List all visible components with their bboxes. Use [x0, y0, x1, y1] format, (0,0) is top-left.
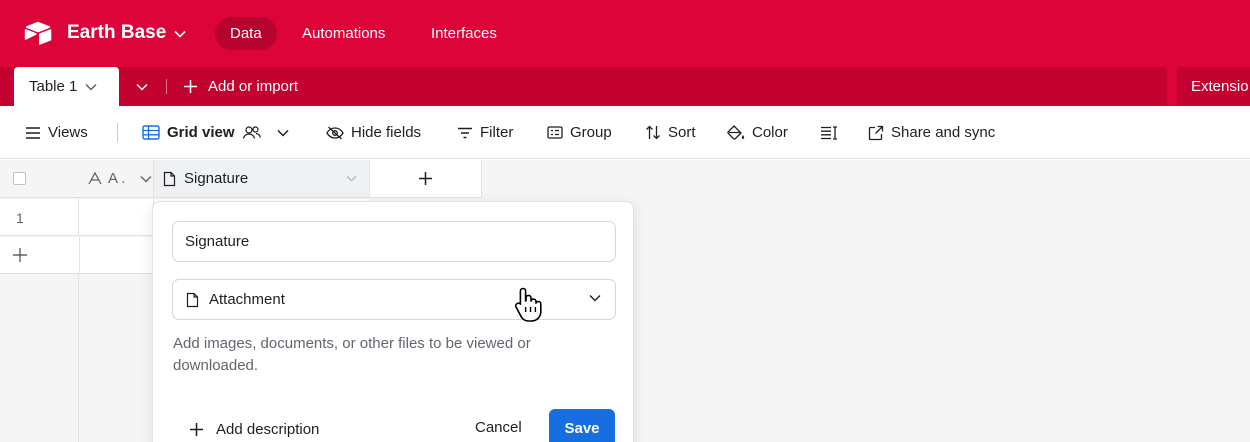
base-name-label: Earth Base	[67, 22, 167, 43]
menu-icon	[26, 126, 40, 139]
column-divider	[79, 237, 80, 274]
text-icon	[88, 172, 102, 185]
select-all-checkbox[interactable]	[13, 172, 26, 185]
share-and-sync-button[interactable]: Share and sync	[868, 106, 995, 159]
chevron-down-icon[interactable]	[346, 175, 357, 182]
chevron-down-icon	[136, 83, 148, 91]
chevron-down-icon	[589, 295, 601, 302]
group-icon	[547, 126, 563, 139]
chevron-down-icon	[85, 83, 97, 91]
add-or-import-button[interactable]: Add or import	[183, 67, 298, 106]
color-label: Color	[752, 124, 788, 141]
filter-button[interactable]: Filter	[457, 106, 513, 159]
tab-divider	[166, 79, 167, 94]
top-bar: Earth Base Data Automations Interfaces	[0, 0, 1250, 67]
column-divider	[78, 274, 79, 442]
document-icon	[163, 171, 176, 186]
plus-icon	[419, 172, 432, 185]
row-number: 1	[0, 199, 79, 236]
plus-icon	[184, 80, 197, 93]
sort-icon	[646, 125, 660, 140]
views-button[interactable]: Views	[25, 106, 88, 159]
column-header-signature[interactable]: Signature	[154, 160, 370, 198]
share-and-sync-label: Share and sync	[891, 124, 996, 141]
group-button[interactable]: Group	[547, 106, 612, 159]
toolbar-divider	[117, 123, 118, 142]
row-height-button[interactable]	[820, 106, 838, 159]
nav-tab-interfaces[interactable]: Interfaces	[416, 17, 512, 50]
eye-slash-icon	[326, 126, 344, 139]
add-row	[0, 237, 154, 274]
extensions-tab[interactable]: Extensio	[1177, 67, 1250, 106]
external-link-icon	[868, 125, 884, 140]
chevron-down-icon[interactable]	[140, 175, 152, 183]
table-tab-label: Table 1	[29, 78, 78, 95]
tables-strip	[0, 67, 1167, 106]
table-tab-bar: Table 1 Add or import Extensio	[0, 67, 1250, 106]
grid-view-label: Grid view	[167, 124, 235, 141]
filter-label: Filter	[480, 124, 514, 141]
add-description-button[interactable]: Add description	[189, 419, 319, 439]
field-type-description: Add images, documents, or other files to…	[173, 335, 531, 374]
field-type-select[interactable]: Attachment	[172, 279, 616, 320]
cancel-button[interactable]: Cancel	[475, 419, 522, 436]
views-label: Views	[48, 124, 88, 141]
group-label: Group	[570, 124, 612, 141]
row-height-icon	[821, 125, 837, 140]
sort-label: Sort	[668, 124, 696, 141]
save-button[interactable]: Save	[549, 409, 615, 442]
collaborators-icon	[242, 126, 261, 139]
view-toolbar: Views Grid view Hide fields Filter Group…	[0, 106, 1250, 159]
color-button[interactable]: Color	[727, 106, 788, 159]
table-cell[interactable]	[79, 199, 154, 236]
all-tables-button[interactable]	[132, 77, 152, 97]
column-header-label: A .	[108, 170, 126, 187]
field-type-label: Attachment	[209, 291, 285, 308]
add-or-import-label: Add or import	[208, 78, 299, 95]
chevron-down-icon	[277, 129, 289, 137]
field-name-input[interactable]	[172, 221, 616, 262]
grid-view-button[interactable]: Grid view	[142, 106, 289, 159]
column-header-label: Signature	[184, 170, 249, 187]
nav-tab-data[interactable]: Data	[215, 17, 277, 50]
sort-button[interactable]: Sort	[645, 106, 696, 159]
hide-fields-label: Hide fields	[351, 124, 422, 141]
paint-bucket-icon	[727, 124, 745, 140]
plus-icon	[190, 422, 203, 436]
column-header-primary[interactable]: A .	[79, 160, 154, 198]
hide-fields-button[interactable]: Hide fields	[326, 106, 421, 159]
add-description-label: Add description	[216, 420, 320, 438]
select-all-header	[0, 160, 79, 198]
field-editor-popup: Attachment Add images, documents, or oth…	[152, 201, 634, 442]
base-name-menu[interactable]: Earth Base	[67, 22, 186, 44]
nav-tab-automations[interactable]: Automations	[287, 17, 400, 50]
filter-icon	[458, 127, 472, 138]
grid-icon	[142, 125, 160, 140]
add-field-button[interactable]	[370, 160, 482, 198]
plus-icon[interactable]	[12, 247, 28, 263]
airtable-logo-icon[interactable]	[24, 21, 52, 45]
chevron-down-icon	[174, 30, 186, 38]
document-icon	[186, 292, 199, 307]
table-tab-table-1[interactable]: Table 1	[14, 67, 119, 106]
